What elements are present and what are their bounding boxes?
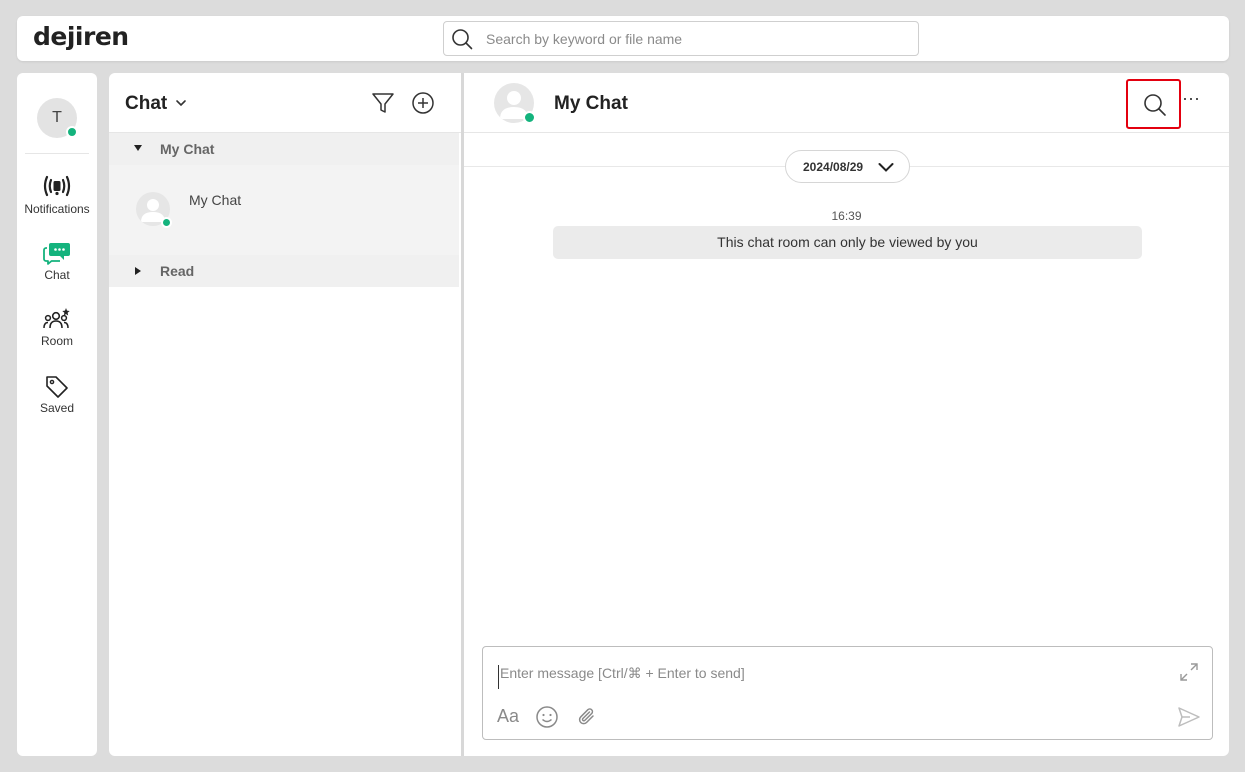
chat-pane: My Chat ··· 2024/08/29 16:39 This chat r… (464, 73, 1229, 756)
chat-list-header: Chat (109, 73, 461, 133)
group-label: Read (160, 263, 195, 279)
add-chat-icon[interactable] (411, 91, 435, 115)
group-header-read[interactable]: Read (109, 255, 459, 287)
chevron-down-icon (878, 163, 894, 172)
chat-header: My Chat ··· (464, 73, 1229, 133)
tag-icon (46, 376, 68, 398)
emoji-icon[interactable] (535, 705, 559, 729)
send-icon[interactable] (1177, 705, 1201, 729)
user-avatar[interactable]: T (37, 98, 78, 138)
group-label: My Chat (160, 141, 215, 157)
text-format-button[interactable]: Aa (497, 706, 519, 727)
expand-icon[interactable] (1178, 661, 1200, 683)
message-input[interactable] (498, 665, 1158, 689)
nav-item-chat[interactable]: Chat (17, 241, 97, 282)
nav-item-notifications[interactable]: Notifications (17, 173, 97, 216)
caret-right-icon (135, 267, 141, 275)
caret-down-icon (134, 145, 142, 151)
room-name: My Chat (189, 192, 242, 208)
chevron-down-icon[interactable] (175, 98, 187, 108)
date-label: 2024/08/29 (803, 160, 864, 174)
chat-list-title[interactable]: Chat (125, 93, 167, 115)
chat-icon (43, 243, 70, 265)
nav-divider (25, 153, 89, 154)
notifications-icon (43, 175, 71, 197)
more-options-button[interactable]: ··· (1182, 88, 1200, 109)
left-nav: T Notifications Chat Room Saved (17, 73, 97, 756)
room-icon (43, 308, 70, 329)
chat-search-button[interactable] (1126, 79, 1181, 129)
nav-label-saved: Saved (39, 401, 75, 415)
message-time: 16:39 (831, 209, 862, 223)
chat-list-panel: Chat My Chat My Chat Read (109, 73, 461, 756)
avatar-initial: T (52, 109, 62, 126)
search-icon (452, 29, 473, 50)
nav-label-notifications: Notifications (24, 202, 90, 216)
chat-room-item[interactable]: My Chat (109, 165, 459, 255)
nav-item-room[interactable]: Room (17, 307, 97, 348)
global-search[interactable] (443, 21, 919, 56)
online-status-dot (523, 111, 536, 124)
chat-title: My Chat (554, 93, 628, 114)
message-composer: Aa (482, 646, 1213, 740)
online-status-dot (161, 217, 172, 228)
nav-label-chat: Chat (44, 268, 70, 282)
nav-label-room: Room (40, 334, 73, 348)
group-header-my-chat[interactable]: My Chat (109, 133, 459, 165)
app-logo[interactable]: dejiren (33, 22, 129, 51)
system-message: This chat room can only be viewed by you (553, 226, 1142, 259)
search-input[interactable] (486, 22, 906, 55)
date-jump-button[interactable]: 2024/08/29 (785, 150, 910, 183)
search-icon (1144, 94, 1166, 116)
filter-icon[interactable] (371, 91, 395, 115)
nav-item-saved[interactable]: Saved (17, 374, 97, 415)
top-bar: dejiren (17, 16, 1229, 61)
online-status-dot (66, 126, 78, 138)
attachment-icon[interactable] (575, 705, 599, 729)
